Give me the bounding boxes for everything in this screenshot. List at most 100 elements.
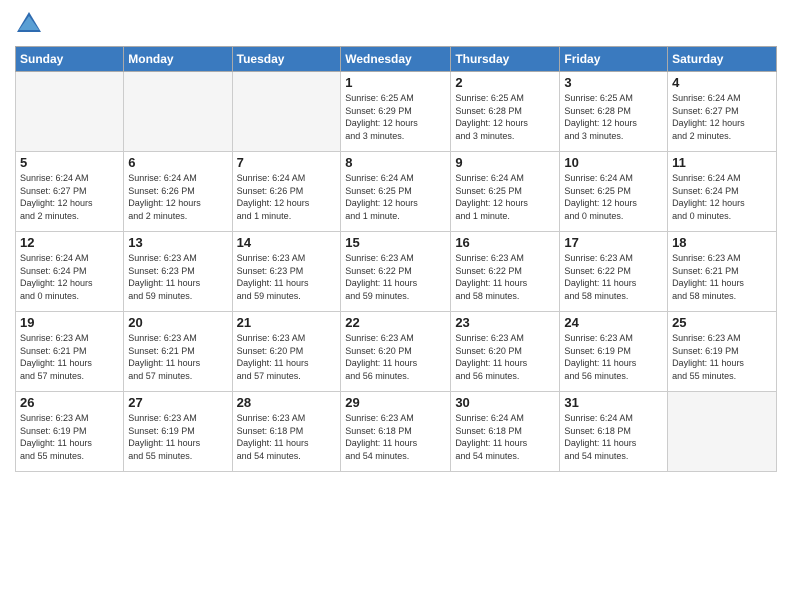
day-number: 16 bbox=[455, 235, 555, 250]
calendar-cell: 9 Sunrise: 6:24 AM Sunset: 6:25 PM Daylig… bbox=[451, 152, 560, 232]
calendar-cell: 7 Sunrise: 6:24 AM Sunset: 6:26 PM Daylig… bbox=[232, 152, 341, 232]
calendar-cell: 1Sunrise: 6:25 AM Sunset: 6:29 PM Daylig… bbox=[341, 72, 451, 152]
calendar-week-2: 5Sunrise: 6:24 AM Sunset: 6:27 PM Daylig… bbox=[16, 152, 777, 232]
day-info: Sunrise: 6:23 AM Sunset: 6:22 PM Dayligh… bbox=[345, 252, 446, 302]
calendar-week-4: 19Sunrise: 6:23 AM Sunset: 6:21 PM Dayli… bbox=[16, 312, 777, 392]
day-number: 12 bbox=[20, 235, 119, 250]
calendar-cell: 28 Sunrise: 6:23 AM Sunset: 6:18 PM Dayli… bbox=[232, 392, 341, 472]
day-number: 17 bbox=[564, 235, 663, 250]
calendar-cell bbox=[668, 392, 777, 472]
page: SundayMondayTuesdayWednesdayThursdayFrid… bbox=[0, 0, 792, 612]
calendar-cell bbox=[16, 72, 124, 152]
calendar-cell: 31 Sunrise: 6:24 AM Sunset: 6:18 PM Dayli… bbox=[560, 392, 668, 472]
day-number: 31 bbox=[564, 395, 663, 410]
header bbox=[15, 10, 777, 38]
day-info: Sunrise: 6:23 AM Sunset: 6:23 PM Dayligh… bbox=[237, 252, 337, 302]
day-number: 9 bbox=[455, 155, 555, 170]
calendar-cell: 25 Sunrise: 6:23 AM Sunset: 6:19 PM Dayli… bbox=[668, 312, 777, 392]
day-info: Sunrise: 6:24 AM Sunset: 6:18 PM Dayligh… bbox=[455, 412, 555, 462]
calendar-cell: 16 Sunrise: 6:23 AM Sunset: 6:22 PM Dayli… bbox=[451, 232, 560, 312]
day-number: 23 bbox=[455, 315, 555, 330]
day-info: Sunrise: 6:23 AM Sunset: 6:21 PM Dayligh… bbox=[20, 332, 119, 382]
calendar-cell: 19Sunrise: 6:23 AM Sunset: 6:21 PM Dayli… bbox=[16, 312, 124, 392]
calendar-cell: 12 Sunrise: 6:24 AM Sunset: 6:24 PM Dayli… bbox=[16, 232, 124, 312]
calendar-cell: 8 Sunrise: 6:24 AM Sunset: 6:25 PM Daylig… bbox=[341, 152, 451, 232]
day-number: 22 bbox=[345, 315, 446, 330]
day-info: Sunrise: 6:23 AM Sunset: 6:18 PM Dayligh… bbox=[345, 412, 446, 462]
calendar-cell: 2 Sunrise: 6:25 AM Sunset: 6:28 PM Daylig… bbox=[451, 72, 560, 152]
calendar-cell: 3 Sunrise: 6:25 AM Sunset: 6:28 PM Daylig… bbox=[560, 72, 668, 152]
calendar-week-5: 26 Sunrise: 6:23 AM Sunset: 6:19 PM Dayli… bbox=[16, 392, 777, 472]
day-number: 4 bbox=[672, 75, 772, 90]
day-info: Sunrise: 6:24 AM Sunset: 6:18 PM Dayligh… bbox=[564, 412, 663, 462]
day-number: 2 bbox=[455, 75, 555, 90]
day-info: Sunrise: 6:24 AM Sunset: 6:25 PM Dayligh… bbox=[455, 172, 555, 222]
day-number: 25 bbox=[672, 315, 772, 330]
day-number: 13 bbox=[128, 235, 227, 250]
day-info: Sunrise: 6:23 AM Sunset: 6:19 PM Dayligh… bbox=[672, 332, 772, 382]
calendar-cell: 30 Sunrise: 6:24 AM Sunset: 6:18 PM Dayli… bbox=[451, 392, 560, 472]
calendar-cell: 15Sunrise: 6:23 AM Sunset: 6:22 PM Dayli… bbox=[341, 232, 451, 312]
calendar-cell: 20 Sunrise: 6:23 AM Sunset: 6:21 PM Dayli… bbox=[124, 312, 232, 392]
calendar-header-wednesday: Wednesday bbox=[341, 47, 451, 72]
calendar-cell: 23 Sunrise: 6:23 AM Sunset: 6:20 PM Dayli… bbox=[451, 312, 560, 392]
day-number: 14 bbox=[237, 235, 337, 250]
calendar-cell: 18Sunrise: 6:23 AM Sunset: 6:21 PM Dayli… bbox=[668, 232, 777, 312]
calendar-cell: 29 Sunrise: 6:23 AM Sunset: 6:18 PM Dayli… bbox=[341, 392, 451, 472]
day-info: Sunrise: 6:23 AM Sunset: 6:22 PM Dayligh… bbox=[455, 252, 555, 302]
day-info: Sunrise: 6:25 AM Sunset: 6:29 PM Dayligh… bbox=[345, 92, 446, 142]
day-number: 21 bbox=[237, 315, 337, 330]
day-number: 20 bbox=[128, 315, 227, 330]
day-info: Sunrise: 6:23 AM Sunset: 6:19 PM Dayligh… bbox=[564, 332, 663, 382]
day-info: Sunrise: 6:25 AM Sunset: 6:28 PM Dayligh… bbox=[455, 92, 555, 142]
day-info: Sunrise: 6:24 AM Sunset: 6:25 PM Dayligh… bbox=[345, 172, 446, 222]
logo bbox=[15, 10, 47, 38]
day-info: Sunrise: 6:24 AM Sunset: 6:26 PM Dayligh… bbox=[237, 172, 337, 222]
calendar-header-sunday: Sunday bbox=[16, 47, 124, 72]
day-info: Sunrise: 6:23 AM Sunset: 6:23 PM Dayligh… bbox=[128, 252, 227, 302]
calendar-cell: 6 Sunrise: 6:24 AM Sunset: 6:26 PM Daylig… bbox=[124, 152, 232, 232]
day-info: Sunrise: 6:24 AM Sunset: 6:24 PM Dayligh… bbox=[672, 172, 772, 222]
day-info: Sunrise: 6:23 AM Sunset: 6:21 PM Dayligh… bbox=[672, 252, 772, 302]
calendar-header-monday: Monday bbox=[124, 47, 232, 72]
calendar-table: SundayMondayTuesdayWednesdayThursdayFrid… bbox=[15, 46, 777, 472]
calendar-week-1: 1Sunrise: 6:25 AM Sunset: 6:29 PM Daylig… bbox=[16, 72, 777, 152]
day-number: 29 bbox=[345, 395, 446, 410]
day-info: Sunrise: 6:23 AM Sunset: 6:22 PM Dayligh… bbox=[564, 252, 663, 302]
calendar-cell: 13 Sunrise: 6:23 AM Sunset: 6:23 PM Dayli… bbox=[124, 232, 232, 312]
day-info: Sunrise: 6:24 AM Sunset: 6:25 PM Dayligh… bbox=[564, 172, 663, 222]
calendar-cell: 26 Sunrise: 6:23 AM Sunset: 6:19 PM Dayli… bbox=[16, 392, 124, 472]
day-number: 26 bbox=[20, 395, 119, 410]
day-number: 28 bbox=[237, 395, 337, 410]
day-number: 27 bbox=[128, 395, 227, 410]
calendar-header-tuesday: Tuesday bbox=[232, 47, 341, 72]
day-info: Sunrise: 6:23 AM Sunset: 6:21 PM Dayligh… bbox=[128, 332, 227, 382]
day-info: Sunrise: 6:23 AM Sunset: 6:19 PM Dayligh… bbox=[20, 412, 119, 462]
calendar-cell: 17 Sunrise: 6:23 AM Sunset: 6:22 PM Dayli… bbox=[560, 232, 668, 312]
day-info: Sunrise: 6:25 AM Sunset: 6:28 PM Dayligh… bbox=[564, 92, 663, 142]
calendar-cell: 14 Sunrise: 6:23 AM Sunset: 6:23 PM Dayli… bbox=[232, 232, 341, 312]
calendar-header-friday: Friday bbox=[560, 47, 668, 72]
day-info: Sunrise: 6:23 AM Sunset: 6:18 PM Dayligh… bbox=[237, 412, 337, 462]
day-number: 30 bbox=[455, 395, 555, 410]
calendar-week-3: 12 Sunrise: 6:24 AM Sunset: 6:24 PM Dayli… bbox=[16, 232, 777, 312]
day-info: Sunrise: 6:23 AM Sunset: 6:19 PM Dayligh… bbox=[128, 412, 227, 462]
calendar-cell: 22Sunrise: 6:23 AM Sunset: 6:20 PM Dayli… bbox=[341, 312, 451, 392]
calendar-cell: 11Sunrise: 6:24 AM Sunset: 6:24 PM Dayli… bbox=[668, 152, 777, 232]
day-number: 7 bbox=[237, 155, 337, 170]
day-number: 5 bbox=[20, 155, 119, 170]
calendar-header-row: SundayMondayTuesdayWednesdayThursdayFrid… bbox=[16, 47, 777, 72]
day-number: 8 bbox=[345, 155, 446, 170]
day-info: Sunrise: 6:24 AM Sunset: 6:27 PM Dayligh… bbox=[672, 92, 772, 142]
calendar-cell: 5Sunrise: 6:24 AM Sunset: 6:27 PM Daylig… bbox=[16, 152, 124, 232]
day-info: Sunrise: 6:24 AM Sunset: 6:26 PM Dayligh… bbox=[128, 172, 227, 222]
calendar-cell: 24 Sunrise: 6:23 AM Sunset: 6:19 PM Dayli… bbox=[560, 312, 668, 392]
calendar-cell: 27 Sunrise: 6:23 AM Sunset: 6:19 PM Dayli… bbox=[124, 392, 232, 472]
logo-icon bbox=[15, 10, 43, 38]
day-info: Sunrise: 6:24 AM Sunset: 6:24 PM Dayligh… bbox=[20, 252, 119, 302]
day-number: 24 bbox=[564, 315, 663, 330]
day-info: Sunrise: 6:23 AM Sunset: 6:20 PM Dayligh… bbox=[455, 332, 555, 382]
calendar-cell: 21Sunrise: 6:23 AM Sunset: 6:20 PM Dayli… bbox=[232, 312, 341, 392]
day-number: 3 bbox=[564, 75, 663, 90]
day-number: 6 bbox=[128, 155, 227, 170]
